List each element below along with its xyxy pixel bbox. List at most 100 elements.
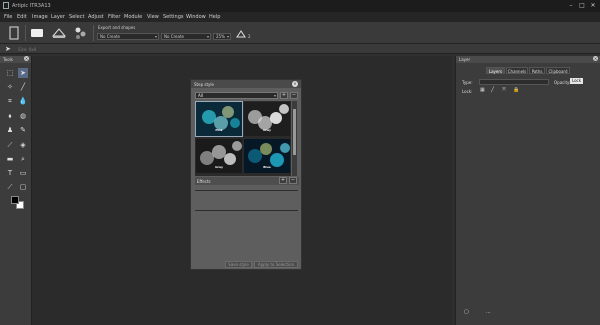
zoom-tool-icon[interactable]: ⌕	[18, 154, 28, 164]
tools-panel-title: Tools	[3, 57, 13, 62]
add-style-button[interactable]: +	[280, 92, 288, 99]
layer-type-label: Type:	[462, 80, 473, 85]
dialog-title: Step style	[194, 82, 214, 87]
menu-help[interactable]: Help	[209, 14, 220, 20]
create-mode-select[interactable]: No Create ▾	[97, 33, 159, 40]
lock-brush-icon[interactable]: ╱	[491, 87, 494, 93]
tools-panel-header: Tools ×	[0, 56, 31, 63]
add-effect-button[interactable]: +	[279, 177, 287, 184]
brush-tool-icon[interactable]: ╱	[18, 82, 28, 92]
rectangle-shape-icon[interactable]	[31, 29, 43, 37]
magic-wand-tool-icon[interactable]: ✧	[5, 82, 15, 92]
style-thumb-caption: Gray	[215, 165, 223, 169]
options-bar: ➤ Size: 0x0	[0, 44, 600, 54]
menu-image[interactable]: Image	[32, 14, 48, 20]
layer-type-input[interactable]	[479, 79, 549, 85]
style-thumb[interactable]: Pink	[195, 101, 243, 137]
tab-layers[interactable]: Layers	[486, 67, 505, 74]
stamp-tool-icon[interactable]: ♟	[5, 125, 15, 135]
close-icon[interactable]: ×	[24, 56, 29, 61]
menu-layer[interactable]: Layer	[51, 14, 65, 20]
zoom-value: 25%	[216, 34, 225, 39]
menu-file[interactable]: File	[4, 14, 12, 20]
main-toolbar: Export and shapes No Create ▾ No Create ▾ …	[0, 22, 600, 44]
menu-adjust[interactable]: Adjust	[88, 14, 104, 20]
zoom-select[interactable]: 25% ▾	[213, 33, 231, 40]
export-shapes-label: Export and shapes	[98, 25, 136, 30]
rectangle-tool-icon[interactable]: ▢	[18, 182, 28, 192]
style-thumb[interactable]: Blue	[244, 139, 290, 173]
remove-effect-button[interactable]: −	[289, 177, 297, 184]
close-window-button[interactable]: ✕	[589, 2, 597, 10]
step-style-dialog: Step style × All ▾ + − Pink Gray Gray Bl…	[190, 79, 302, 270]
blend-mode-select[interactable]: Lock	[570, 78, 583, 84]
foreground-color-swatch[interactable]	[11, 196, 19, 204]
style-thumbnail-grid: Pink Gray Gray Blue	[195, 101, 291, 176]
shape-tool-icon[interactable]: ▭	[18, 168, 28, 178]
style-thumb[interactable]: Gray	[196, 139, 242, 173]
close-icon[interactable]: ×	[593, 56, 598, 61]
tools-panel: Tools × ⬚ ➤ ✧ ╱ ⌗ 💧 ⬧ ◍ ♟ ✎ ⟋ ◈ ▬ ⌕ T ▭ …	[0, 56, 32, 325]
menu-select[interactable]: Select	[69, 14, 84, 20]
style-category-select[interactable]: All ▾	[195, 92, 278, 99]
style-category-value: All	[198, 93, 203, 98]
lock-label: Lock:	[462, 89, 473, 94]
shape-options-icon[interactable]	[236, 30, 246, 38]
apply-style-button[interactable]: Apply to Selection	[254, 261, 298, 268]
close-icon[interactable]: ×	[292, 81, 298, 87]
tab-channels[interactable]: Channels	[506, 67, 528, 74]
shape-combine-icon[interactable]	[74, 26, 86, 40]
text-tool-icon[interactable]: T	[5, 168, 15, 178]
eraser-tool-icon[interactable]: ⬧	[5, 111, 15, 121]
pencil-tool-icon[interactable]: ✎	[18, 125, 28, 135]
minimize-button[interactable]: –	[567, 2, 575, 10]
menu-edit[interactable]: Edit	[17, 14, 27, 20]
maximize-button[interactable]: □	[578, 2, 586, 10]
window-title: Artipic ITR3A13	[12, 3, 51, 9]
blur-tool-icon[interactable]: ◍	[18, 111, 28, 121]
gradient-tool-icon[interactable]: ▬	[5, 154, 15, 164]
menu-window[interactable]: Window	[186, 14, 206, 20]
color-picker-tool-icon[interactable]: ⟋	[5, 182, 15, 192]
save-style-button[interactable]: Save style	[225, 261, 252, 268]
style-thumb-caption: Blue	[263, 165, 271, 169]
shape-fill-icon[interactable]	[52, 27, 66, 39]
divider	[195, 210, 298, 211]
layers-panel: Layer × Layers Channels Paths Clipboard …	[455, 56, 600, 325]
opacity-label: Opacity:	[554, 80, 571, 85]
move-tool-icon[interactable]: ➤	[18, 68, 28, 78]
scrollbar-thumb[interactable]	[293, 109, 296, 155]
layers-panel-title: Layer	[459, 57, 471, 62]
crop-tool-icon[interactable]: ⌗	[5, 96, 15, 106]
divider	[195, 190, 298, 191]
menu-view[interactable]: View	[147, 14, 159, 20]
tab-paths[interactable]: Paths	[529, 67, 545, 74]
layer-options-icon[interactable]: ⋯	[486, 310, 491, 316]
drop-tool-icon[interactable]: 💧	[18, 96, 28, 106]
new-document-icon[interactable]	[9, 26, 19, 40]
create-style-value: No Create	[164, 34, 185, 39]
menu-module[interactable]: Module	[124, 14, 142, 20]
dialog-header: Step style ×	[191, 80, 301, 88]
style-thumb-caption: Gray	[263, 128, 271, 132]
new-layer-icon[interactable]: ▢	[464, 309, 469, 315]
fill-tool-icon[interactable]: ◈	[18, 140, 28, 150]
toolbar-divider	[25, 25, 26, 41]
chevron-down-icon: ▾	[206, 34, 209, 39]
chevron-down-icon: ▾	[273, 93, 276, 98]
chevron-down-icon: ▾	[154, 34, 157, 39]
style-thumb[interactable]: Gray	[244, 102, 290, 136]
eyedropper-tool-icon[interactable]: ⟋	[5, 140, 15, 150]
create-style-select[interactable]: No Create ▾	[161, 33, 211, 40]
thumbnail-scrollbar[interactable]	[292, 101, 297, 176]
menu-filter[interactable]: Filter	[108, 14, 120, 20]
tab-clipboard[interactable]: Clipboard	[546, 67, 570, 74]
toolbar-divider	[93, 25, 94, 41]
menu-bar: File Edit Image Layer Select Adjust Filt…	[0, 12, 600, 22]
lock-all-icon[interactable]: 🔒	[513, 87, 519, 93]
lock-position-icon[interactable]: ⤧	[502, 87, 506, 93]
lock-pixels-icon[interactable]: ▦	[480, 87, 485, 93]
marquee-tool-icon[interactable]: ⬚	[5, 68, 15, 78]
remove-style-button[interactable]: −	[290, 92, 298, 99]
menu-settings[interactable]: Settings	[163, 14, 184, 20]
